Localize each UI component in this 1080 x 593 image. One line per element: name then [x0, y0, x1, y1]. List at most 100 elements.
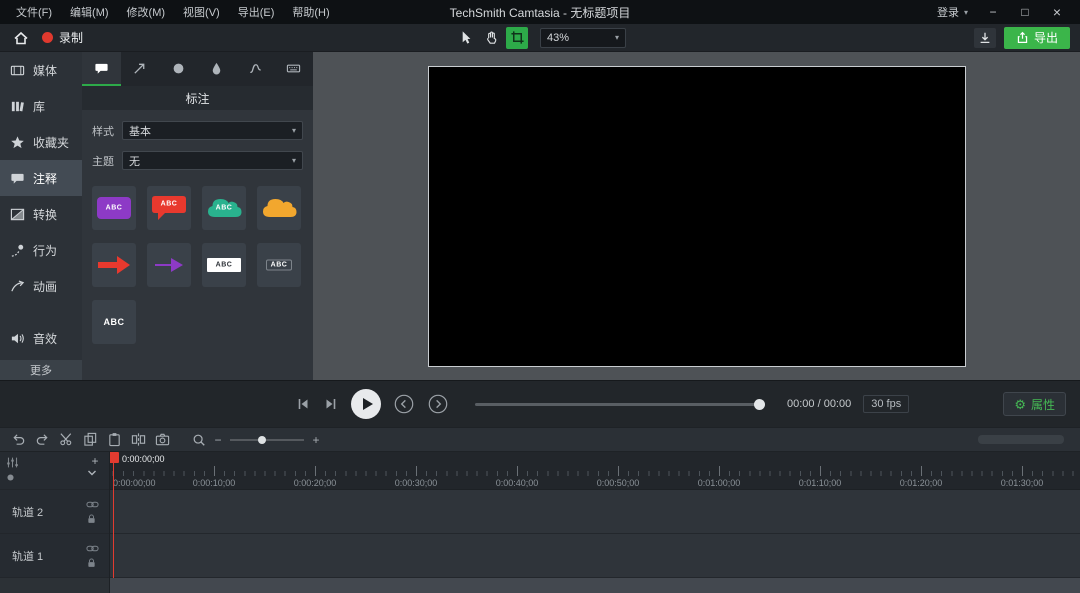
sidebar-item-favorites[interactable]: 收藏夹	[0, 124, 82, 160]
sidebar-more-button[interactable]: 更多	[0, 360, 82, 380]
step-forward-button[interactable]	[427, 393, 449, 415]
preview-stage[interactable]	[427, 66, 966, 367]
crop-tool-button[interactable]	[506, 26, 528, 49]
collapse-tracks-button[interactable]	[87, 469, 103, 477]
menu-modify[interactable]: 修改(M)	[119, 1, 174, 23]
zoom-icon	[192, 433, 206, 447]
callout-tile-keystroke[interactable]: ABC	[257, 243, 301, 287]
callout-tile-text[interactable]: ABC	[92, 300, 136, 344]
tab-shapes[interactable]	[159, 52, 198, 86]
sidebar-item-annotations[interactable]: 注释	[0, 160, 82, 196]
step-back-button[interactable]	[393, 393, 415, 415]
track-lane[interactable]	[110, 534, 1080, 578]
copy-icon	[83, 432, 96, 446]
export-button[interactable]: 导出	[1003, 26, 1070, 49]
redo-button[interactable]	[32, 430, 52, 450]
time-ruler[interactable]: 0:00:00;00 0:00:10;00 0:00:20;00 0:00:30…	[110, 452, 1080, 490]
ruler-label: 0:01:00;00	[697, 478, 741, 488]
link-track-icon[interactable]	[86, 500, 99, 509]
timeline-scrollbar[interactable]	[978, 435, 1064, 444]
toolbar: 录制 43% ▾ 导出	[0, 24, 1080, 52]
timeline-horizontal-scrollbar[interactable]	[110, 578, 1080, 593]
canvas-zoom-select[interactable]: 43% ▾	[540, 27, 626, 48]
menu-edit[interactable]: 编辑(M)	[62, 1, 117, 23]
track-lane[interactable]	[110, 490, 1080, 534]
timeline-header-tools: +	[0, 452, 109, 490]
playhead-handle[interactable]	[110, 452, 119, 463]
tab-keystroke[interactable]	[275, 52, 314, 86]
lock-track-icon[interactable]	[86, 557, 99, 568]
previous-frame-button[interactable]	[295, 396, 311, 412]
tab-arrows[interactable]	[121, 52, 160, 86]
pan-tool-button[interactable]	[480, 27, 502, 49]
cut-button[interactable]	[56, 430, 76, 450]
paste-button[interactable]	[104, 430, 124, 450]
zoom-slider-handle[interactable]	[258, 435, 267, 444]
play-icon	[362, 398, 373, 410]
callout-tile-cloud[interactable]: ABC	[202, 186, 246, 230]
paste-icon	[108, 433, 120, 447]
menu-file[interactable]: 文件(F)	[8, 1, 60, 23]
tab-blur[interactable]	[198, 52, 237, 86]
theme-label: 主题	[92, 155, 114, 168]
properties-button[interactable]: ⚙ 属性	[1003, 392, 1066, 416]
play-button[interactable]	[351, 389, 381, 419]
annotations-panel: 标注 样式 基本 ▾ 主题 无 ▾ ABC ABC ABC ABC ABC AB…	[82, 52, 313, 380]
scrubber-handle[interactable]	[754, 399, 765, 410]
fps-display: 30 fps	[863, 395, 910, 413]
minimize-button[interactable]: −	[978, 3, 1008, 21]
sidebar-item-transitions[interactable]: 转换	[0, 196, 82, 232]
sidebar-item-audio-effects[interactable]: 音效	[0, 320, 82, 356]
tab-sketch-motion[interactable]	[236, 52, 275, 86]
track-headers: + 轨道 2 轨道 1	[0, 452, 110, 593]
playhead[interactable]	[110, 452, 119, 578]
playback-scrubber[interactable]	[475, 398, 765, 410]
link-track-icon[interactable]	[86, 544, 99, 553]
menu-help[interactable]: 帮助(H)	[284, 1, 337, 23]
login-label: 登录	[936, 7, 959, 19]
home-button[interactable]	[10, 27, 32, 49]
add-track-button[interactable]: +	[87, 454, 103, 468]
track-header[interactable]: 轨道 2	[0, 490, 109, 534]
callout-tile-arrow[interactable]	[147, 243, 191, 287]
select-tool-button[interactable]	[454, 27, 476, 49]
callout-tile-cloud[interactable]	[257, 186, 301, 230]
timeline-zoom-slider[interactable]	[230, 435, 304, 445]
callout-tile-text-box[interactable]: ABC	[202, 243, 246, 287]
login-button[interactable]: 登录 ▾	[929, 2, 976, 22]
callout-tile-rounded-rect[interactable]: ABC	[92, 186, 136, 230]
screenshot-button[interactable]	[152, 430, 172, 450]
lock-track-icon[interactable]	[86, 513, 99, 524]
record-marker-icon[interactable]	[6, 473, 19, 482]
sidebar-item-label: 收藏夹	[33, 135, 70, 150]
copy-button[interactable]	[80, 430, 100, 450]
sidebar-item-animations[interactable]: 动画	[0, 268, 82, 304]
callout-tile-speech-bubble[interactable]: ABC	[147, 186, 191, 230]
menu-export[interactable]: 导出(E)	[230, 1, 283, 23]
canvas-area[interactable]	[313, 52, 1080, 380]
theme-select[interactable]: 无 ▾	[122, 151, 303, 170]
track-header[interactable]: 轨道 1	[0, 534, 109, 578]
record-button[interactable]: 录制	[42, 29, 83, 46]
close-button[interactable]: ×	[1042, 2, 1072, 22]
menu-view[interactable]: 视图(V)	[175, 1, 228, 23]
download-button[interactable]	[973, 27, 996, 48]
sidebar-item-behaviors[interactable]: 行为	[0, 232, 82, 268]
style-select[interactable]: 基本 ▾	[122, 121, 303, 140]
caret-down-icon: ▾	[963, 7, 968, 17]
camera-icon	[155, 433, 169, 446]
tab-callouts[interactable]	[82, 52, 121, 86]
maximize-button[interactable]: □	[1010, 3, 1040, 21]
library-icon	[10, 99, 26, 114]
timeline-zoom-in-button[interactable]: +	[310, 433, 322, 447]
crop-icon	[510, 31, 524, 44]
callout-tile-arrow[interactable]	[92, 243, 136, 287]
sidebar-item-library[interactable]: 库	[0, 88, 82, 124]
undo-button[interactable]	[8, 430, 28, 450]
timeline-zoom-out-button[interactable]: −	[212, 433, 224, 447]
properties-label: 属性	[1030, 397, 1055, 412]
next-frame-button[interactable]	[323, 396, 339, 412]
mixer-icon[interactable]	[6, 456, 19, 469]
sidebar-item-media[interactable]: 媒体	[0, 52, 82, 88]
split-button[interactable]	[128, 430, 148, 450]
